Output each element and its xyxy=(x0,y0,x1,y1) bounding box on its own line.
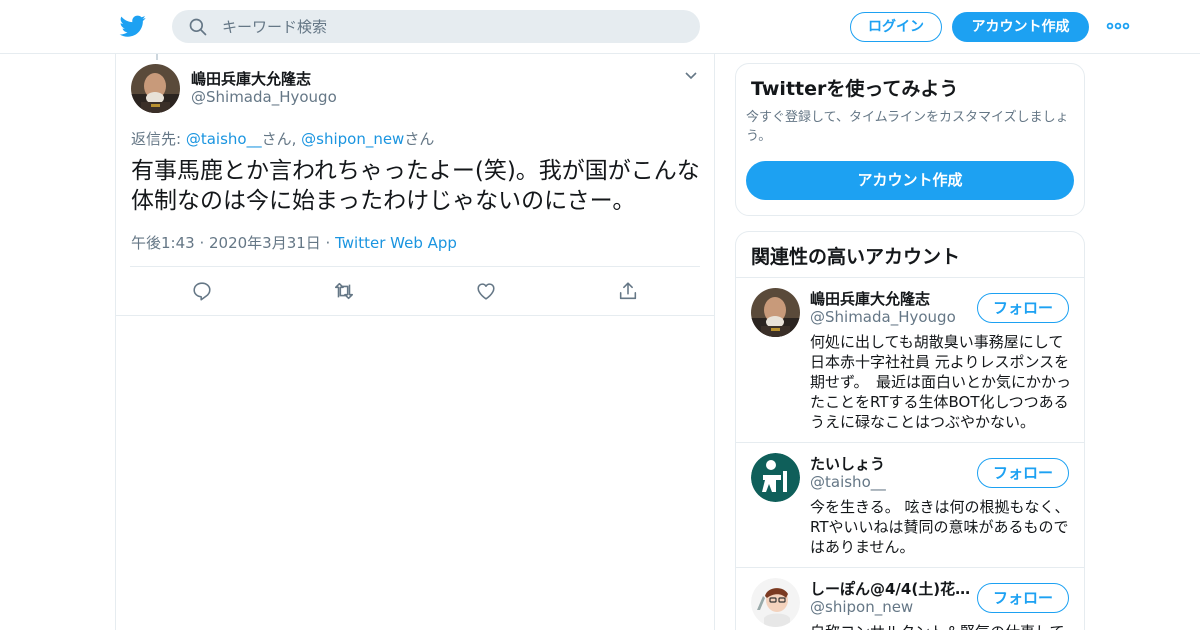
avatar-portrait-image xyxy=(131,64,180,113)
reply-context: 返信先: @taisho__さん, @shipon_newさん xyxy=(131,128,434,149)
follow-button[interactable]: フォロー xyxy=(977,293,1069,323)
signup-card-description: 今すぐ登録して、タイムラインをカスタマイズしましょう。 xyxy=(746,110,1069,144)
search-box[interactable] xyxy=(172,10,700,43)
account-item[interactable]: 嶋田兵庫大允隆志 @Shimada_Hyougo フォロー 何処に出しても胡散臭… xyxy=(736,278,1084,442)
follow-button[interactable]: フォロー xyxy=(977,458,1069,488)
retweet-icon[interactable] xyxy=(333,280,355,302)
tweet-author-name[interactable]: 嶋田兵庫大允隆志 xyxy=(191,68,311,89)
tweet-text: 有事馬鹿とか言われちゃったよー(笑)。我が国がこんな体制なのは今に始まったわけじ… xyxy=(131,158,700,214)
account-bio: 今を生きる。 呟きは何の根拠もなく、RTやいいねは賛同の意味があるものではありま… xyxy=(810,498,1070,556)
divider xyxy=(130,266,700,267)
signup-card: Twitterを使ってみよう 今すぐ登録して、タイムラインをカスタマイズしましょ… xyxy=(735,63,1085,216)
tweet-column: 嶋田兵庫大允隆志 @Shimada_Hyougo 返信先: @taisho__さ… xyxy=(115,54,715,630)
reply-prefix: 返信先: xyxy=(131,130,186,148)
divider xyxy=(116,315,714,316)
account-item[interactable]: しーぽん@4/4(土)花… @shipon_new フォロー 自称コンサルタント… xyxy=(736,568,1084,630)
account-name[interactable]: 嶋田兵庫大允隆志 xyxy=(810,288,930,309)
signup-card-button[interactable]: アカウント作成 xyxy=(746,161,1074,200)
account-handle[interactable]: @taisho__ xyxy=(810,473,886,491)
tweet-metadata: 午後1:43 · 2020年3月31日 · Twitter Web App xyxy=(131,232,457,253)
avatar-portrait-image xyxy=(751,288,800,337)
thread-connector xyxy=(156,54,158,60)
signup-card-title: Twitterを使ってみよう xyxy=(751,78,959,100)
login-button[interactable]: ログイン xyxy=(850,12,942,42)
twitter-bird-icon[interactable] xyxy=(119,13,147,39)
avatar[interactable] xyxy=(751,578,800,627)
reply-suffix: さん, xyxy=(261,130,302,148)
signup-button[interactable]: アカウント作成 xyxy=(952,12,1089,42)
account-handle[interactable]: @shipon_new xyxy=(810,598,913,616)
more-dots-icon[interactable] xyxy=(1106,18,1130,34)
tweet-source-link[interactable]: Twitter Web App xyxy=(335,234,457,252)
avatar[interactable] xyxy=(751,288,800,337)
related-accounts-card: 関連性の高いアカウント 嶋田兵庫大允隆志 @Shimada_Hyougo フォロ… xyxy=(735,231,1085,630)
reply-user-link[interactable]: @taisho__ xyxy=(186,130,262,148)
follow-button[interactable]: フォロー xyxy=(977,583,1069,613)
account-bio: 自称コンサルタント＆堅気の仕事して xyxy=(810,622,1072,630)
reply-user-link[interactable]: @shipon_new xyxy=(301,130,404,148)
chevron-down-icon[interactable] xyxy=(683,68,699,84)
tweet-author-handle[interactable]: @Shimada_Hyougo xyxy=(191,88,337,106)
search-input[interactable] xyxy=(222,10,682,43)
related-accounts-title: 関連性の高いアカウント xyxy=(751,246,961,268)
like-icon[interactable] xyxy=(475,280,497,302)
account-name[interactable]: たいしょう xyxy=(810,453,885,474)
top-navigation-bar: ログイン アカウント作成 xyxy=(0,0,1200,54)
avatar-illustration-image xyxy=(751,578,800,627)
account-name[interactable]: しーぽん@4/4(土)花… xyxy=(810,578,970,599)
account-handle[interactable]: @Shimada_Hyougo xyxy=(810,308,956,326)
search-icon xyxy=(189,18,207,36)
avatar[interactable] xyxy=(751,453,800,502)
avatar-logo-image xyxy=(751,453,800,502)
account-item[interactable]: たいしょう @taisho__ フォロー 今を生きる。 呟きは何の根拠もなく、R… xyxy=(736,443,1084,567)
share-icon[interactable] xyxy=(617,280,639,302)
reply-suffix: さん xyxy=(404,130,435,148)
account-bio: 何処に出しても胡散臭い事務屋にして日本赤十字社社員 元よりレスポンスを期せず。 … xyxy=(810,333,1072,431)
tweet-timestamp[interactable]: 午後1:43 · 2020年3月31日 · xyxy=(131,234,335,252)
reply-icon[interactable] xyxy=(191,280,213,302)
avatar[interactable] xyxy=(131,64,180,113)
